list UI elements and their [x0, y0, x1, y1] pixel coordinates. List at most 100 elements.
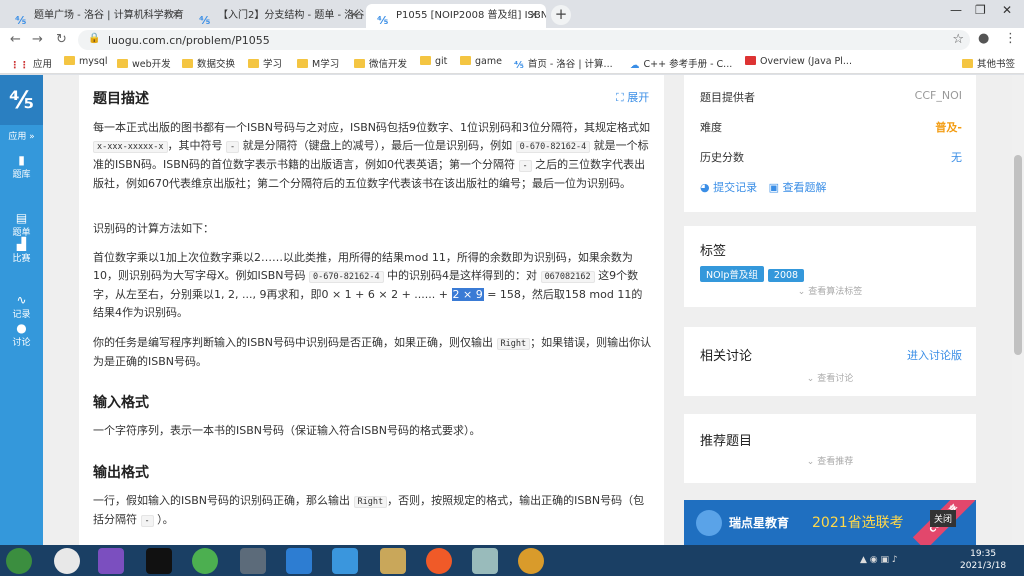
ad-banner[interactable]: 瑞点星教育 2021省选联考 CCF 专享 关闭 — [684, 500, 976, 545]
code-format: x-xxx-xxxxx-x — [93, 141, 168, 153]
book-icon: ▮ — [18, 153, 25, 167]
bookmark-game[interactable]: game — [460, 56, 502, 67]
bookmark-label: 其他书签 — [977, 59, 1016, 70]
chevron-down-icon: ⌄ — [806, 374, 818, 384]
bookmark-mysql[interactable]: mysql — [64, 56, 108, 67]
bookmark-cppref[interactable]: ☁ C++ 参考手册 - C... — [630, 56, 733, 71]
section-title-output: 输出格式 — [93, 465, 149, 481]
banner-close-button[interactable]: 关闭 — [930, 510, 957, 527]
code-dash: - — [226, 141, 240, 153]
close-tab-icon[interactable]: ✕ — [530, 4, 538, 28]
tab-branch-structure[interactable]: ⅘ 【入门2】分支结构 - 题单 - 洛谷 ✕ — [188, 4, 366, 28]
brand-logo-icon — [696, 510, 722, 536]
history-row: 历史分数无 — [700, 151, 962, 164]
bookmark-luogu[interactable]: ⅘ 首页 - 洛谷 | 计算... — [514, 56, 613, 71]
luogu-tab-icon: ⅘ — [377, 14, 389, 27]
sidebar-item-discuss[interactable]: ● 讨论 — [0, 321, 43, 348]
minimize-icon[interactable]: — — [950, 3, 962, 17]
tag-noip[interactable]: NOIp普及组 — [700, 266, 764, 282]
page-scrollbar[interactable] — [1012, 75, 1024, 545]
address-bar[interactable]: 🔒 luogu.com.cn/problem/P1055 ☆ — [78, 30, 970, 50]
file-explorer-icon[interactable] — [380, 548, 406, 574]
menu-icon[interactable]: ⋮ — [1004, 31, 1017, 46]
cloud-icon: ☁ — [630, 60, 640, 71]
chrome-icon[interactable] — [54, 548, 80, 574]
folder-icon — [962, 59, 973, 68]
view-discussions[interactable]: ⌄ 查看讨论 — [684, 371, 976, 384]
devcpp-icon[interactable] — [240, 548, 266, 574]
tab-strip: ⅘ 题单广场 - 洛谷 | 计算机科学教育 ✕ ⅘ 【入门2】分支结构 - 题单… — [0, 0, 1024, 28]
bookmark-git[interactable]: git — [420, 56, 447, 67]
bookmark-apps[interactable]: ⋮⋮ 应用 — [10, 56, 52, 71]
tags-title: 标签 — [700, 244, 727, 259]
app-icon[interactable] — [332, 548, 358, 574]
profile-icon[interactable]: ● — [978, 31, 989, 46]
expand-button[interactable]: ⛶ 展开 — [616, 89, 649, 105]
bookmark-star-icon[interactable]: ☆ — [952, 32, 964, 47]
scrollbar-thumb[interactable] — [1014, 155, 1022, 355]
selected-text[interactable]: 2 × 9 — [451, 288, 484, 301]
clock[interactable]: 19:35 2021/3/18 — [960, 548, 1006, 572]
output-description: 一行，假如输入的ISBN号码的识别码正确，那么输出 Right ，否则，按照规定的… — [93, 494, 645, 527]
submit-record-link[interactable]: ◕ 提交记录 — [700, 181, 757, 194]
lock-icon: 🔒 — [88, 33, 101, 44]
folder-icon — [182, 59, 193, 68]
visual-studio-icon[interactable] — [98, 548, 124, 574]
paint-app-icon[interactable] — [426, 548, 452, 574]
reload-icon[interactable]: ↻ — [56, 32, 67, 47]
tray-icons[interactable]: ▲ ◉ ▣ ♪ — [860, 555, 898, 565]
bookmark-study[interactable]: 学习 — [248, 56, 282, 70]
view-solution-link[interactable]: ▣ 查看题解 — [769, 181, 827, 194]
sidebar-item-records[interactable]: ∿ 记录 — [0, 293, 43, 320]
bookmark-m-study[interactable]: M学习 — [297, 56, 339, 70]
bookmark-label: C++ 参考手册 - C... — [643, 59, 733, 70]
sidebar-item-contests[interactable]: ▟ 比赛 — [0, 237, 43, 264]
chevron-down-icon: ⌄ — [797, 287, 809, 297]
calc-paragraph: 首位数字乘以1加上次位数字乘以2……以此类推，用所得的结果mod 11，所得的余… — [93, 251, 643, 319]
bookmark-web[interactable]: web开发 — [117, 56, 171, 70]
pulse-icon: ∿ — [16, 293, 27, 307]
banner-brand: 瑞点星教育 — [729, 516, 790, 530]
browser-chrome: ⅘ 题单广场 - 洛谷 | 计算机科学教育 ✕ ⅘ 【入门2】分支结构 - 题单… — [0, 0, 1024, 75]
forward-icon[interactable]: → — [32, 32, 43, 47]
intellij-icon[interactable] — [146, 548, 172, 574]
new-tab-button[interactable]: + — [551, 5, 571, 25]
sidebar: ⅘ 应用 » ▮ 题库 ▤ 题单 ▟ 比赛 ∿ 记录 ● 讨论 — [0, 75, 43, 545]
start-button-icon[interactable] — [6, 548, 32, 574]
bookmark-java[interactable]: Overview (Java Pl... — [745, 56, 852, 67]
bookmark-wechat[interactable]: 微信开发 — [354, 56, 407, 70]
input-description: 一个字符序列，表示一本书的ISBN号码（保证输入符合ISBN号码的格式要求）。 — [93, 424, 481, 437]
url-text[interactable]: luogu.com.cn/problem/P1055 — [108, 34, 270, 47]
sidebar-item-problems[interactable]: ▮ 题库 — [0, 153, 43, 180]
tab-p1055[interactable]: ⅘ P1055 [NOIP2008 普及组] ISBN ✕ — [366, 4, 546, 28]
enter-discuss-link[interactable]: 进入讨论版 — [907, 347, 962, 363]
bookmark-label: game — [475, 56, 502, 67]
provider-row: 题目提供者 CCF_NOI — [700, 89, 962, 104]
tab-problem-list[interactable]: ⅘ 题单广场 - 洛谷 | 计算机科学教育 ✕ — [4, 4, 188, 28]
folder-icon — [420, 56, 431, 65]
section-title-input: 输入格式 — [93, 395, 149, 411]
video-player-icon[interactable] — [286, 548, 312, 574]
sidebar-item-label: 比赛 — [12, 254, 31, 264]
bookmark-other[interactable]: 其他书签 — [962, 56, 1015, 70]
view-recommendations[interactable]: ⌄ 查看推荐 — [684, 454, 976, 467]
sidebar-item-lists[interactable]: ▤ 题单 — [0, 211, 43, 238]
luogu-tab-icon: ⅘ — [199, 14, 211, 27]
close-window-icon[interactable]: ✕ — [1002, 3, 1012, 17]
tag-year[interactable]: 2008 — [767, 269, 805, 282]
luogu-icon: ⅘ — [514, 60, 524, 71]
sidebar-apps[interactable]: 应用 » — [0, 129, 43, 142]
view-algorithm-tags[interactable]: ⌄ 查看算法标签 — [684, 284, 976, 297]
image-viewer-icon[interactable] — [472, 548, 498, 574]
luogu-logo[interactable]: ⅘ — [0, 75, 43, 125]
provider-value[interactable]: CCF_NOI — [915, 89, 962, 102]
back-icon[interactable]: ← — [10, 32, 21, 47]
spring-icon[interactable] — [192, 548, 218, 574]
close-tab-icon[interactable]: ✕ — [172, 4, 180, 28]
close-tab-icon[interactable]: ✕ — [350, 4, 358, 28]
chat-icon: ● — [16, 321, 27, 335]
maximize-icon[interactable]: ❐ — [975, 3, 986, 17]
windows-taskbar: ▲ ◉ ▣ ♪ 19:35 2021/3/18 — [0, 545, 1024, 576]
game-icon[interactable] — [518, 548, 544, 574]
bookmark-data-exchange[interactable]: 数据交换 — [182, 56, 235, 70]
